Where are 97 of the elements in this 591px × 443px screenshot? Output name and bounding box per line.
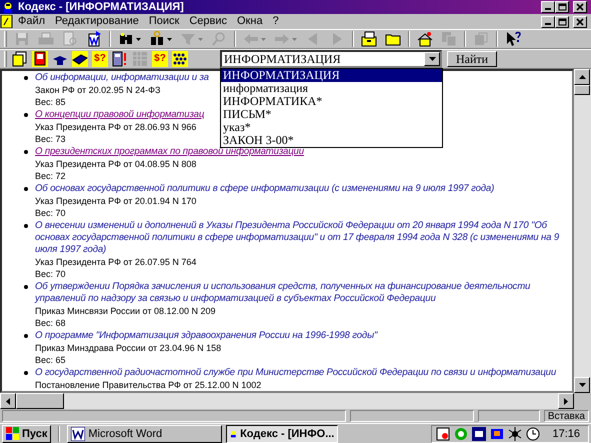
document-source: Приказ Минсвязи России от 08.12.00 N 209 (35, 305, 216, 317)
house-icon[interactable] (417, 31, 433, 47)
relevance-weight: Вес: 72 (35, 170, 66, 182)
relevance-weight: Вес: 85 (35, 96, 66, 108)
minimize-icon (545, 8, 551, 10)
document-source: Указ Президента РФ от 26.07.95 N 764 (35, 256, 196, 268)
clock-time: 17:16 (552, 428, 580, 440)
card-file-icon[interactable] (361, 31, 377, 47)
document-source: Указ Президента РФ от 04.08.95 N 808 (35, 158, 196, 170)
scroll-thumb[interactable] (574, 85, 590, 95)
caret-icon[interactable] (136, 38, 141, 40)
status-panel (478, 410, 540, 422)
relevance-weight: Вес: 70 (35, 207, 66, 219)
bullet-icon (24, 371, 28, 375)
help-pointer-icon[interactable] (505, 31, 521, 47)
scroll-thumb[interactable] (16, 393, 64, 409)
calculator-icon[interactable] (112, 51, 128, 67)
app-icon[interactable] (2, 1, 14, 13)
clock-icon[interactable] (526, 426, 540, 440)
close-icon (575, 16, 585, 26)
minimize-icon (545, 22, 551, 24)
scroll-down-button[interactable] (574, 377, 590, 393)
minimize-button[interactable] (541, 16, 555, 28)
document-link[interactable]: О президентских программах по правовой информатизации (35, 146, 304, 158)
bullet-icon (24, 76, 28, 80)
document-icon[interactable] (0, 15, 13, 28)
find-button[interactable]: Найти (447, 51, 498, 67)
menu-item[interactable]: ? (268, 14, 284, 29)
document-link[interactable]: О государственной радиочастотной службе при Министерстве Российской Федерации по связи и информатизации (35, 367, 556, 379)
menu-item[interactable]: Поиск (144, 14, 184, 29)
pages-icon[interactable] (12, 51, 28, 67)
bullet-icon (24, 187, 28, 191)
document-source: Постановление Правительства РФ от 25.12.00 N 1002 (35, 379, 262, 391)
bullet-icon (24, 113, 28, 117)
app-icon (71, 426, 86, 440)
document-source: Указ Президента РФ от 28.06.93 N 966 (35, 121, 196, 133)
bullet-icon (24, 150, 28, 154)
dropdown-option[interactable]: ИНФОРМАТИЗАЦИЯ (221, 69, 442, 82)
scroll-left-button[interactable] (0, 393, 16, 409)
right-arrow-icon (564, 398, 568, 404)
relevance-weight: Вес: 65 (35, 354, 66, 366)
maximize-button[interactable] (555, 16, 569, 28)
caret-icon[interactable] (167, 38, 172, 40)
down-arrow-icon (578, 383, 586, 387)
dropdown-option[interactable]: ПИСЬМ* (221, 108, 442, 121)
help-price-button[interactable]: $? (152, 51, 168, 67)
document-source: Закон РФ от 20.02.95 N 24-ФЗ (35, 84, 160, 96)
scroll-right-button[interactable] (558, 393, 574, 409)
menu-item[interactable]: Окна (232, 14, 268, 29)
document-link[interactable]: Об основах государственной политики в сфере информатизации (с изменениями на 9 июля 1997 года) (35, 183, 494, 195)
menu-item[interactable]: Файл (13, 14, 50, 29)
close-button[interactable] (573, 16, 587, 28)
document-source: Указ Президента РФ от 20.01.94 N 170 (35, 195, 196, 207)
document-link[interactable]: Об утверждении Порядка зачисления и использования средств, полученных на финансирование деятельности управлений по надзору за связью и информатизацией в субъектах Российской Федерации (35, 281, 572, 305)
document-link[interactable]: О внесении изменений и дополнений в Указы Президента Российской Федерации от 20 января 1994 года N 170 "Об основах государственной политики в сфере информатизации" и от 17 февраля 1994 года N 328 (с изменениями на 9 июля 1997 года) (35, 220, 572, 256)
bullet-icon (24, 334, 28, 338)
scroll-up-button[interactable] (574, 69, 590, 85)
maximize-icon (557, 2, 567, 12)
relevance-weight: Вес: 70 (35, 268, 66, 280)
document-link[interactable]: Об информации, информатизации и за (35, 72, 209, 84)
windows-logo-icon (6, 427, 19, 440)
taskbar-button[interactable]: Microsoft Word (67, 424, 222, 442)
caret-icon (428, 57, 436, 61)
help-price-button[interactable]: $? (92, 51, 108, 67)
dropdown-button[interactable] (424, 52, 440, 66)
maximize-icon (557, 16, 567, 26)
minimize-button[interactable] (541, 1, 555, 13)
left-arrow-icon (6, 398, 10, 404)
relevance-weight: Вес: 68 (35, 317, 66, 329)
document-link[interactable]: О концепции правовой информатизац (35, 109, 204, 121)
document-export-icon[interactable] (86, 31, 102, 47)
close-icon (575, 2, 585, 12)
up-arrow-icon (578, 75, 586, 79)
monitor-icon[interactable] (490, 426, 504, 440)
status-panel: Вставка (544, 410, 589, 422)
dropdown-option[interactable]: указ* (221, 121, 442, 134)
dropdown-option[interactable]: ИНФОРМАТИКА* (221, 95, 442, 108)
relevance-weight: Вес: 73 (35, 133, 66, 145)
vertical-scrollbar[interactable] (574, 69, 591, 393)
maximize-button[interactable] (555, 1, 569, 13)
dropdown-option[interactable]: информатизация (221, 82, 442, 95)
document-source: Приказ Минздрава России от 23.04.96 N 158 (35, 342, 222, 354)
menu-item[interactable]: Редактирование (50, 14, 144, 29)
binoculars-icon[interactable] (149, 31, 165, 47)
horizontal-scrollbar[interactable] (0, 393, 574, 409)
menu-item[interactable]: Сервис (184, 14, 232, 29)
dropdown-option[interactable]: ЗАКОН 3-00* (221, 134, 442, 147)
search-field[interactable]: ИНФОРМАТИЗАЦИЯ (220, 50, 442, 68)
binoculars-icon[interactable] (118, 31, 134, 47)
start-button[interactable]: Пуск (2, 424, 52, 442)
document-link[interactable]: О программе "Информатизация здравоохранения России на 1996-1998 годы" (35, 330, 378, 342)
taskbar-button[interactable]: Кодекс - [ИНФО... (226, 424, 338, 442)
bullet-icon (24, 224, 28, 228)
language-indicator-icon[interactable] (472, 426, 486, 440)
bullet-icon (24, 285, 28, 289)
window-title: Кодекс - [ИНФОРМАТИЗАЦИЯ] (18, 0, 184, 14)
close-button[interactable] (573, 1, 587, 13)
